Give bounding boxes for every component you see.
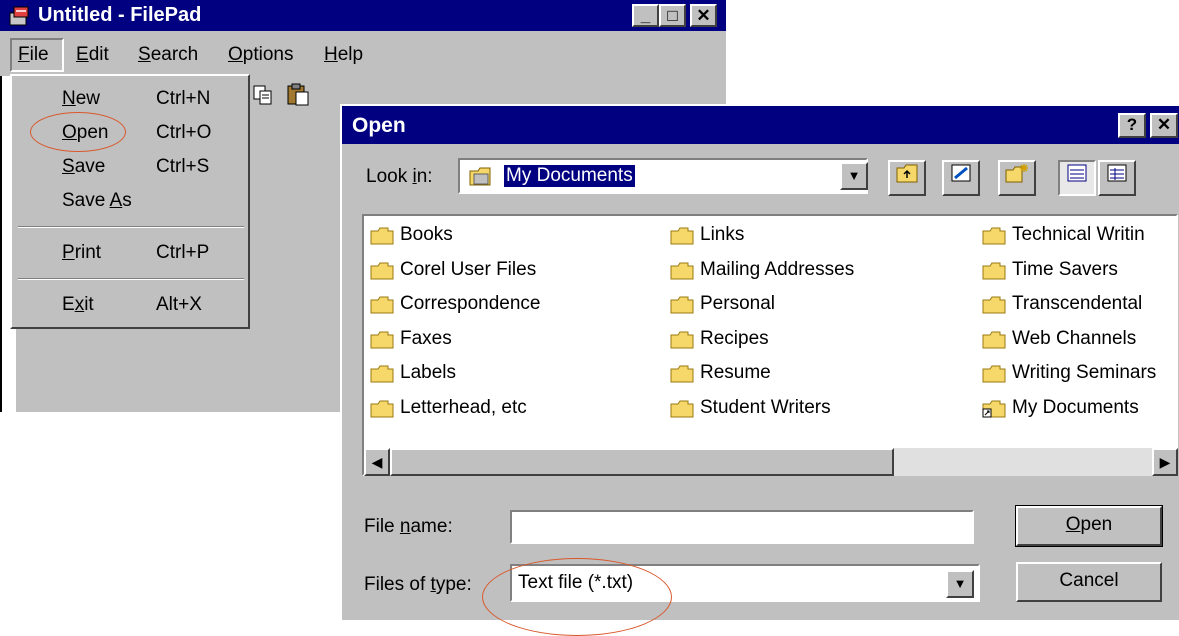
menu-item-exit[interactable]: Exit Alt+X xyxy=(12,288,212,322)
folder-icon xyxy=(670,331,694,348)
folder-name: Technical Writin xyxy=(1012,224,1145,245)
app-icon xyxy=(9,6,29,26)
folder-name: Personal xyxy=(700,293,775,314)
shortcut-label: Alt+X xyxy=(156,294,202,315)
menu-search[interactable]: Search xyxy=(138,44,198,66)
folder-icon xyxy=(670,365,694,383)
file-name-label: File name: xyxy=(364,516,453,537)
files-of-type-dropdown-button[interactable]: ▼ xyxy=(946,570,974,598)
file-list[interactable]: Books Corel User Files Correspondence Faxes… xyxy=(362,214,1178,476)
minimize-button[interactable]: _ xyxy=(632,4,659,27)
menu-help[interactable]: Help xyxy=(324,44,363,66)
menu-item-new[interactable]: New Ctrl+N xyxy=(12,82,212,116)
menu-options[interactable]: Options xyxy=(228,44,293,66)
menu-edit[interactable]: Edit xyxy=(76,44,109,66)
folder-icon xyxy=(982,365,1006,383)
scroll-right-button[interactable]: ▶ xyxy=(1152,448,1178,476)
files-of-type-label: Files of type: xyxy=(364,574,472,595)
folder-name: Corel User Files xyxy=(400,258,537,280)
my-documents-folder-icon xyxy=(469,167,491,186)
folder-icon xyxy=(370,227,394,245)
folder-name: Recipes xyxy=(700,327,769,349)
open-dialog: Open ? ✕ Look in: My Documents ▼ Books Co… xyxy=(340,104,1179,620)
annotation-circle-file-type xyxy=(482,558,672,636)
shortcut-label: Ctrl+N xyxy=(156,88,211,109)
menu-item-save-as[interactable]: Save As xyxy=(12,184,212,218)
folder-icon xyxy=(670,227,694,245)
dialog-title: Open xyxy=(352,114,406,137)
shortcut-label: Ctrl+S xyxy=(156,156,210,177)
folder-name: Time Savers xyxy=(1012,258,1118,280)
close-button[interactable]: ✕ xyxy=(690,4,717,27)
horizontal-scrollbar[interactable]: ◀ ▶ xyxy=(364,448,1178,476)
folder-name: Student Writers xyxy=(700,396,831,418)
folder-name: Books xyxy=(400,224,453,245)
list-view-icon[interactable] xyxy=(1058,160,1096,196)
menu-separator xyxy=(18,226,244,228)
shortcut-label: Ctrl+O xyxy=(156,122,212,143)
menu-item-save[interactable]: Save Ctrl+S xyxy=(12,150,212,184)
look-in-value: My Documents xyxy=(503,164,636,188)
folder-icon xyxy=(370,365,394,383)
dialog-title-bar[interactable]: Open ? ✕ xyxy=(342,106,1179,144)
folder-name: Correspondence xyxy=(400,293,541,314)
filepad-title-bar[interactable]: Untitled - FilePad _ □ ✕ xyxy=(0,0,726,31)
menu-bar: File Edit Search Options Help xyxy=(0,36,726,74)
look-in-dropdown-button[interactable]: ▼ xyxy=(840,162,868,190)
new-folder-icon[interactable] xyxy=(998,160,1036,196)
cancel-button[interactable]: Cancel xyxy=(1016,562,1162,602)
help-button[interactable]: ? xyxy=(1118,113,1146,138)
look-in-combo[interactable]: My Documents ▼ xyxy=(458,158,868,194)
folder-icon xyxy=(670,296,694,314)
folder-icon xyxy=(370,331,394,348)
menu-file[interactable]: File xyxy=(18,44,49,66)
details-view-icon[interactable] xyxy=(1098,160,1136,196)
scroll-left-button[interactable]: ◀ xyxy=(364,448,390,476)
folder-icon xyxy=(670,262,694,279)
file-name-input[interactable] xyxy=(510,510,974,544)
shortcut-label: Ctrl+P xyxy=(156,242,210,263)
copy-icon[interactable] xyxy=(252,84,274,106)
folder-icon xyxy=(982,296,1006,314)
menu-item-print[interactable]: Print Ctrl+P xyxy=(12,236,212,270)
folder-shortcut-icon xyxy=(982,400,1006,417)
folder-icon xyxy=(670,400,694,417)
folder-icon xyxy=(370,262,394,279)
maximize-button[interactable]: □ xyxy=(659,4,686,27)
folder-icon xyxy=(982,331,1006,348)
folder-icon xyxy=(982,227,1006,245)
open-button[interactable]: Open xyxy=(1015,505,1163,547)
folder-icon xyxy=(370,296,394,314)
folder-name: Mailing Addresses xyxy=(700,258,855,280)
up-one-level-icon[interactable] xyxy=(888,160,926,196)
desktop-icon[interactable] xyxy=(942,160,980,196)
folder-name: My Documents xyxy=(1012,396,1139,418)
folder-name: Labels xyxy=(400,362,456,383)
folder-name: Web Channels xyxy=(1012,327,1137,349)
folder-name: Links xyxy=(700,224,745,245)
annotation-circle-open xyxy=(30,112,126,152)
folder-name: Resume xyxy=(700,362,771,383)
menu-separator xyxy=(18,278,244,280)
file-menu: New Ctrl+N Open Ctrl+O Save Ctrl+S Save … xyxy=(10,74,250,329)
folder-name: Transcendental xyxy=(1012,293,1143,314)
folder-icon xyxy=(370,400,394,417)
dialog-close-button[interactable]: ✕ xyxy=(1150,113,1178,138)
folder-icon xyxy=(982,262,1006,279)
folder-name: Writing Seminars xyxy=(1012,362,1157,383)
window-title: Untitled - FilePad xyxy=(38,4,202,26)
scroll-thumb[interactable] xyxy=(390,448,894,476)
paste-icon[interactable] xyxy=(286,82,310,106)
folder-name: Letterhead, etc xyxy=(400,396,527,418)
look-in-label: Look in: xyxy=(366,166,433,187)
folder-name: Faxes xyxy=(400,327,452,349)
